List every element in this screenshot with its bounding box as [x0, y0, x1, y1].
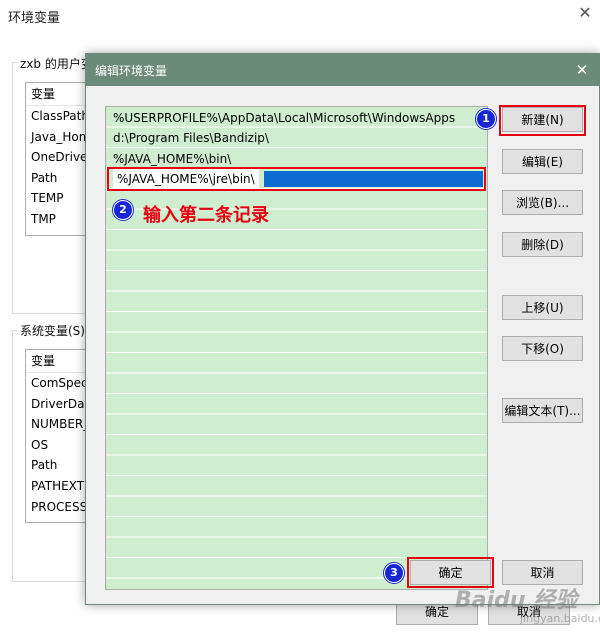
step-badge-2: 2: [113, 200, 133, 220]
move-down-button[interactable]: 下移(O): [502, 336, 583, 361]
path-item[interactable]: %JAVA_HOME%\bin\: [106, 149, 487, 169]
dialog-title: 编辑环境变量: [95, 64, 168, 78]
highlight-new-button: [499, 105, 586, 136]
watermark-url: jingyan.baidu.com: [520, 612, 600, 625]
edit-button[interactable]: 编辑(E): [502, 149, 583, 174]
close-icon[interactable]: ✕: [573, 61, 591, 79]
edit-environment-variable-dialog: 编辑环境变量 ✕ %USERPROFILE%\AppData\Local\Mic…: [85, 53, 600, 605]
system-variables-label: 系统变量(S): [18, 322, 87, 339]
window-title: 环境变量: [8, 11, 61, 26]
close-icon[interactable]: ✕: [576, 4, 594, 22]
path-item[interactable]: %USERPROFILE%\AppData\Local\Microsoft\Wi…: [106, 108, 487, 128]
step2-annotation: 输入第二条记录: [143, 205, 269, 226]
step-badge-1: 1: [476, 109, 496, 129]
highlight-editing-row: [107, 167, 486, 191]
dialog-titlebar: 编辑环境变量 ✕: [86, 54, 599, 86]
watermark-logo: Baidu 经验: [455, 588, 578, 613]
path-item[interactable]: d:\Program Files\Bandizip\: [106, 128, 487, 148]
user-variables-label: zxb 的用户变: [18, 55, 95, 72]
edit-text-button[interactable]: 编辑文本(T)...: [502, 398, 583, 423]
move-up-button[interactable]: 上移(U): [502, 295, 583, 320]
delete-button[interactable]: 删除(D): [502, 232, 583, 257]
browse-button[interactable]: 浏览(B)...: [502, 190, 583, 215]
step-badge-3: 3: [384, 563, 404, 583]
